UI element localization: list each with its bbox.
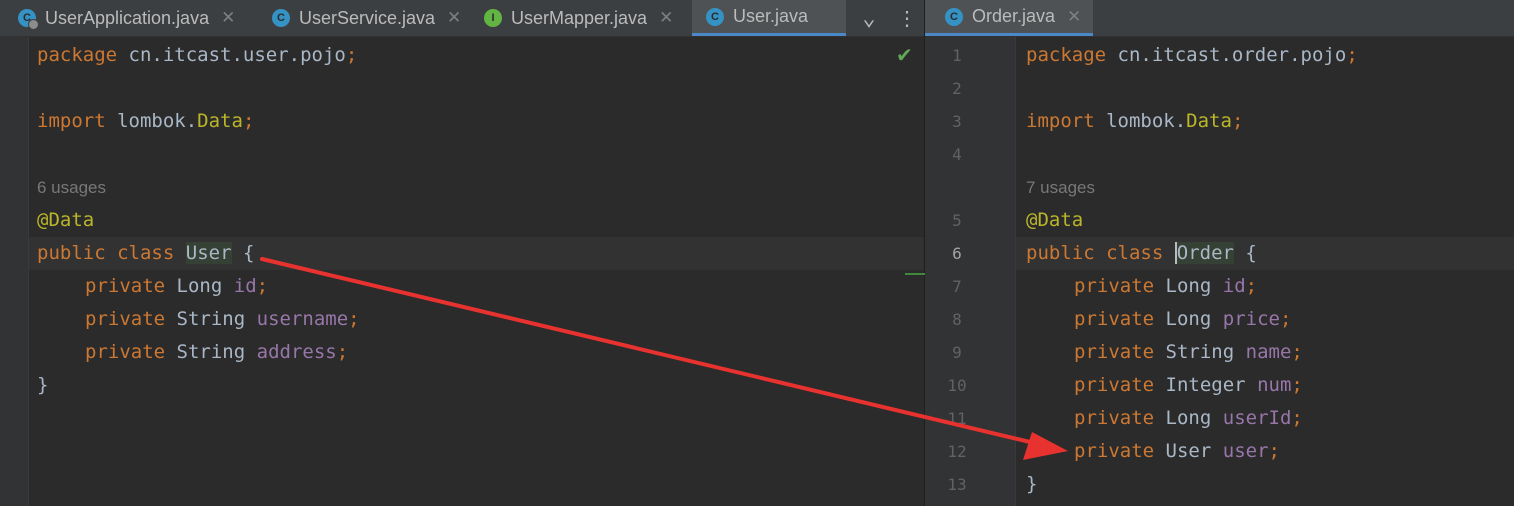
arrow-shaft bbox=[260, 257, 1032, 444]
annotation-arrow bbox=[260, 257, 1068, 460]
arrow-head bbox=[1023, 432, 1068, 460]
